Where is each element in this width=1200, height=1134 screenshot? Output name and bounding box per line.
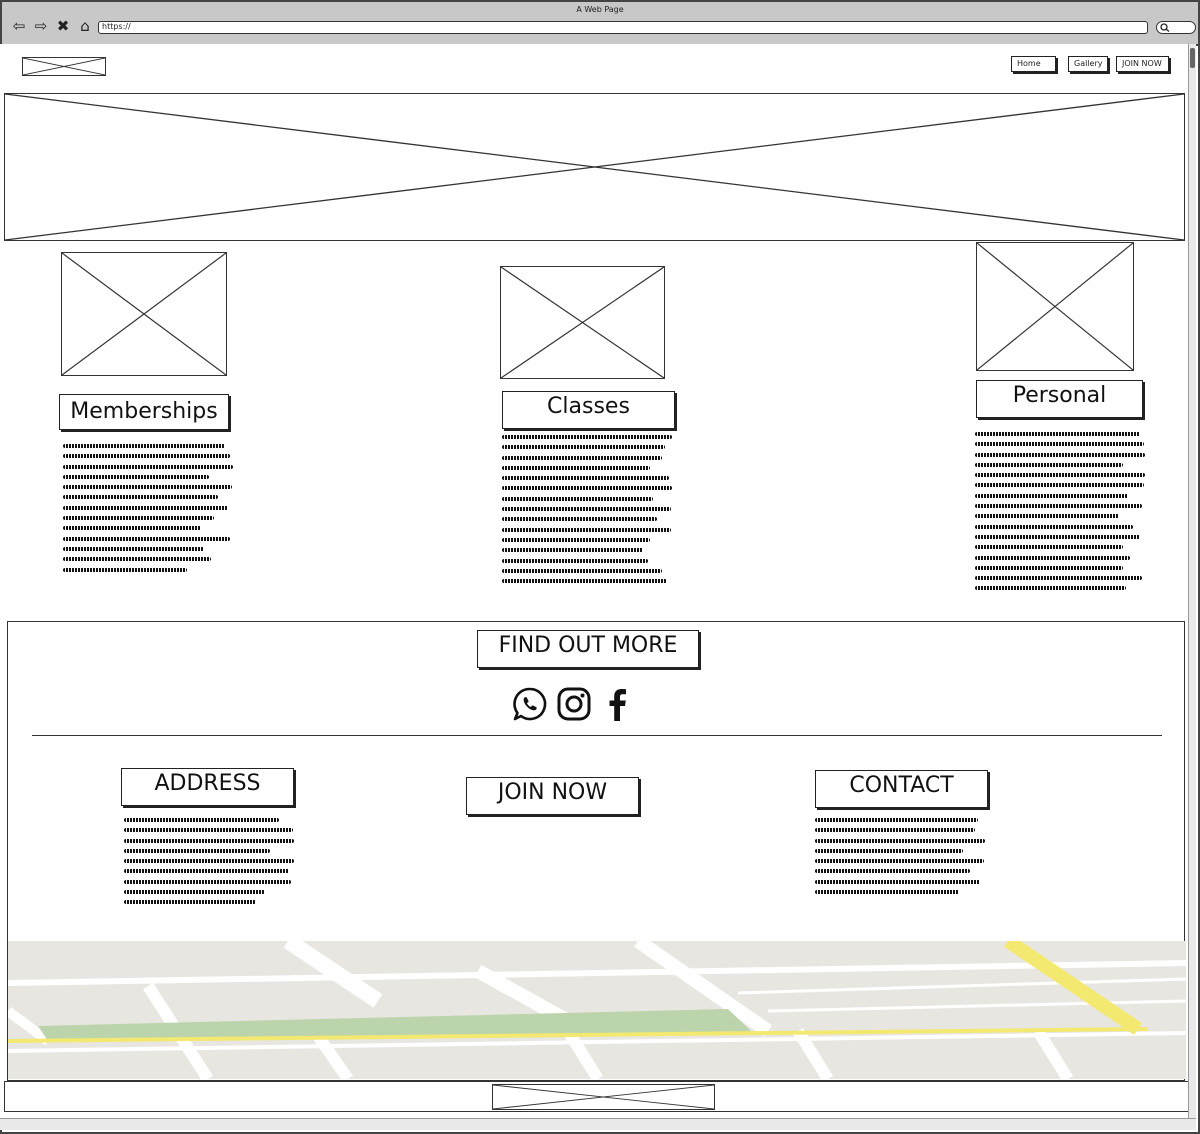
browser-titlebar: A Web Page ⇦ ⇨ ✖ ⌂ https://	[2, 2, 1198, 46]
memberships-image	[61, 252, 227, 376]
browser-nav-icons: ⇦ ⇨ ✖ ⌂	[10, 16, 94, 36]
image-placeholder-icon	[501, 267, 664, 378]
classes-title: Classes	[502, 391, 675, 429]
url-bar[interactable]: https://	[98, 21, 1148, 34]
contact-title: CONTACT	[815, 770, 988, 808]
personal-text	[975, 432, 1147, 598]
horizontal-scrollbar[interactable]	[0, 1118, 1196, 1130]
footer-logo[interactable]	[492, 1084, 715, 1110]
address-title: ADDRESS	[121, 768, 294, 806]
address-text	[124, 818, 296, 906]
social-icons	[512, 684, 636, 724]
nav-gallery-button[interactable]: Gallery	[1068, 56, 1108, 72]
vertical-scrollbar[interactable]	[1188, 44, 1196, 1118]
map-image	[8, 941, 1186, 1079]
nav-join-now-button[interactable]: JOIN NOW	[1116, 56, 1169, 72]
classes-text	[502, 435, 674, 591]
find-out-more-button[interactable]: FIND OUT MORE	[477, 630, 699, 668]
whatsapp-icon[interactable]	[512, 686, 548, 722]
search-box[interactable]	[1156, 21, 1196, 34]
personal-title: Personal	[976, 380, 1143, 418]
location-map[interactable]	[8, 941, 1186, 1079]
image-placeholder-icon	[977, 243, 1133, 370]
site-logo[interactable]	[22, 57, 106, 76]
close-icon[interactable]: ✖	[54, 17, 72, 35]
memberships-title: Memberships	[59, 394, 229, 430]
image-placeholder-icon	[23, 58, 105, 75]
hero-image	[4, 93, 1185, 241]
image-placeholder-icon	[62, 253, 226, 375]
image-placeholder-icon	[493, 1085, 714, 1109]
footer-divider	[32, 735, 1162, 736]
join-now-button[interactable]: JOIN NOW	[466, 777, 639, 815]
forward-arrow-icon[interactable]: ⇨	[32, 17, 50, 35]
facebook-icon[interactable]	[600, 686, 636, 722]
classes-image	[500, 266, 665, 379]
window-title: A Web Page	[576, 5, 624, 14]
contact-text	[815, 818, 987, 896]
back-arrow-icon[interactable]: ⇦	[10, 17, 28, 35]
memberships-text	[63, 444, 235, 580]
scrollbar-thumb[interactable]	[1190, 48, 1195, 68]
nav-home-button[interactable]: Home	[1011, 56, 1056, 72]
search-icon	[1160, 23, 1170, 32]
image-placeholder-icon	[5, 94, 1184, 240]
personal-image	[976, 242, 1134, 371]
home-icon[interactable]: ⌂	[76, 17, 94, 35]
instagram-icon[interactable]	[556, 686, 592, 722]
